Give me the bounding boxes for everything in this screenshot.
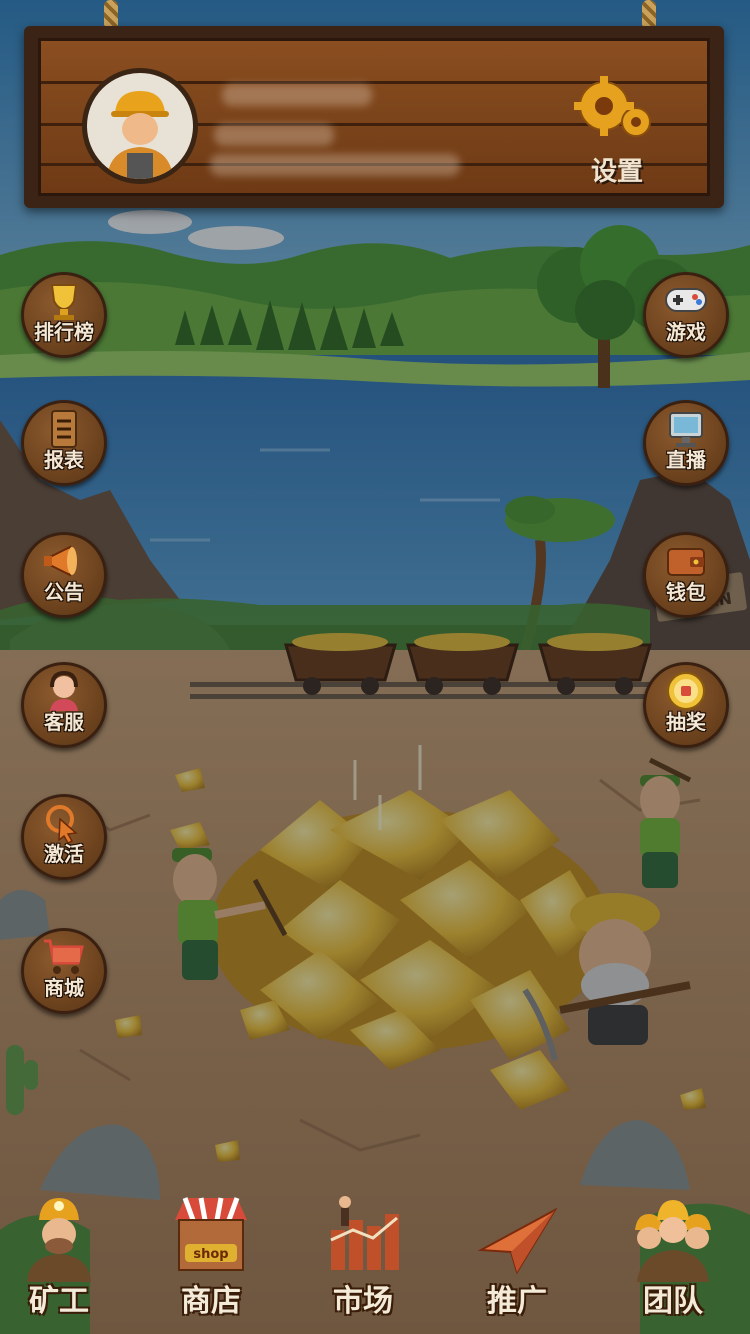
user-id-blurred	[214, 124, 334, 146]
user-avatar[interactable]	[82, 68, 198, 184]
shop-stall-icon: shop	[175, 1197, 247, 1271]
miner-icon	[27, 1198, 91, 1282]
shopping-cart-icon	[44, 939, 84, 974]
activate-button[interactable]: 激活	[21, 794, 107, 880]
username-blurred	[222, 84, 372, 106]
market-chart-icon	[330, 1196, 399, 1270]
nav-market-label: 市场	[333, 1284, 393, 1319]
customer-service-button[interactable]: 客服	[21, 662, 107, 748]
shop-sign-text: shop	[193, 1247, 228, 1262]
activate-label: 激活	[44, 842, 84, 866]
gamepad-icon	[665, 288, 707, 312]
cursor-click-icon	[46, 805, 78, 843]
paper-plane-icon	[477, 1207, 557, 1275]
nav-promote[interactable]: 推广	[462, 1190, 572, 1320]
report-label: 报表	[44, 448, 84, 472]
settings-label: 设置	[590, 157, 643, 187]
nav-miner-label: 矿工	[29, 1284, 89, 1319]
miner-avatar-icon	[107, 91, 173, 179]
announcement-label: 公告	[44, 580, 84, 604]
nav-market[interactable]: 市场	[308, 1190, 418, 1320]
profile-board: 设置	[24, 26, 724, 208]
wallet-icon	[667, 548, 705, 576]
report-button[interactable]: 报表	[21, 400, 107, 486]
team-icon	[635, 1200, 711, 1282]
lottery-button[interactable]: 抽奖	[643, 662, 729, 748]
wallet-button[interactable]: 钱包	[643, 532, 729, 618]
customer-service-label: 客服	[44, 710, 84, 734]
lottery-label: 抽奖	[666, 710, 706, 734]
user-info-blurred	[210, 154, 460, 176]
gear-icon	[574, 76, 651, 137]
nav-promote-label: 推广	[487, 1284, 547, 1319]
support-agent-icon	[50, 671, 78, 711]
mall-label: 商城	[44, 976, 84, 1000]
live-label: 直播	[666, 448, 706, 472]
nav-team-label: 团队	[643, 1284, 703, 1319]
megaphone-icon	[44, 545, 77, 577]
live-button[interactable]: 直播	[643, 400, 729, 486]
game-label: 游戏	[666, 320, 706, 344]
report-icon	[51, 410, 77, 448]
leaderboard-button[interactable]: 排行榜	[21, 272, 107, 358]
nav-shop-label: 商店	[181, 1284, 241, 1319]
trophy-icon	[50, 284, 78, 320]
announcement-button[interactable]: 公告	[21, 532, 107, 618]
live-screen-icon	[669, 412, 703, 447]
nav-miner[interactable]: 矿工	[4, 1190, 114, 1320]
nav-shop[interactable]: shop 商店	[156, 1190, 266, 1320]
prize-wheel-icon	[667, 672, 705, 710]
mall-button[interactable]: 商城	[21, 928, 107, 1014]
game-button[interactable]: 游戏	[643, 272, 729, 358]
wallet-label: 钱包	[666, 580, 706, 604]
settings-button[interactable]: 设置	[562, 70, 672, 188]
leaderboard-label: 排行榜	[34, 320, 94, 344]
nav-team[interactable]: 团队	[618, 1190, 728, 1320]
